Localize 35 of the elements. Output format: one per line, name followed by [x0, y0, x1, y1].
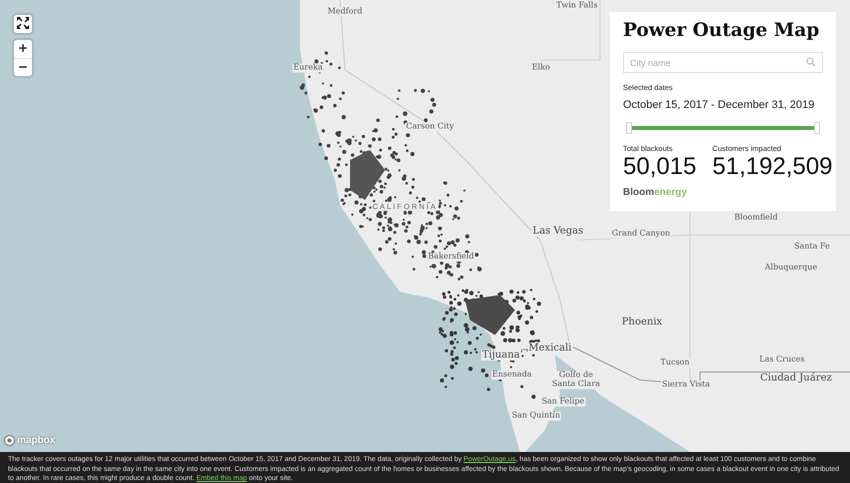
place-label: Albuquerque: [764, 264, 818, 272]
place-label: Twin Falls: [555, 2, 599, 10]
place-label: San Felipe: [540, 398, 586, 406]
place-label: San Quintín: [510, 412, 562, 420]
zoom-out-button[interactable]: −: [14, 58, 32, 76]
brand-logo: Bloomenergy: [623, 186, 687, 200]
place-label: Tijuana: [481, 350, 521, 360]
place-label: Elko: [530, 64, 552, 72]
place-label: Eureka: [292, 64, 324, 72]
place-label: Las Vegas: [532, 226, 584, 236]
slider-handle[interactable]: [626, 122, 632, 134]
place-label: Grand Canyon: [610, 230, 672, 238]
place-label: Carson City: [405, 122, 455, 132]
search-icon: [806, 57, 816, 68]
place-label: Phoenix: [620, 316, 664, 328]
place-label: Ensenada: [491, 370, 533, 380]
place-label: Bakersfield: [427, 252, 475, 262]
date-slider-fill[interactable]: [629, 126, 817, 130]
expand-icon: [17, 17, 29, 29]
place-label: Bloomfield: [733, 214, 779, 222]
panel-title: Power Outage Map: [623, 20, 820, 42]
slider-handle[interactable]: [814, 122, 820, 134]
date-range: October 15, 2017 - December 31, 2019: [623, 98, 816, 114]
place-label: Tucson: [659, 358, 691, 368]
place-label: Sierra Vista: [660, 380, 712, 390]
stat-value: 50,015: [623, 154, 696, 180]
place-label: Medford: [326, 8, 364, 16]
stat-value: 51,192,509: [712, 154, 833, 180]
fullscreen-button[interactable]: [14, 15, 32, 33]
search-field[interactable]: City name: [623, 52, 823, 74]
place-label: Mexicali: [528, 342, 572, 354]
place-label: Las Cruces: [758, 356, 806, 364]
logo-icon: [4, 435, 15, 446]
place-label: Santa Fe: [793, 242, 831, 252]
place-label: Ciudad Juárez: [759, 372, 833, 384]
